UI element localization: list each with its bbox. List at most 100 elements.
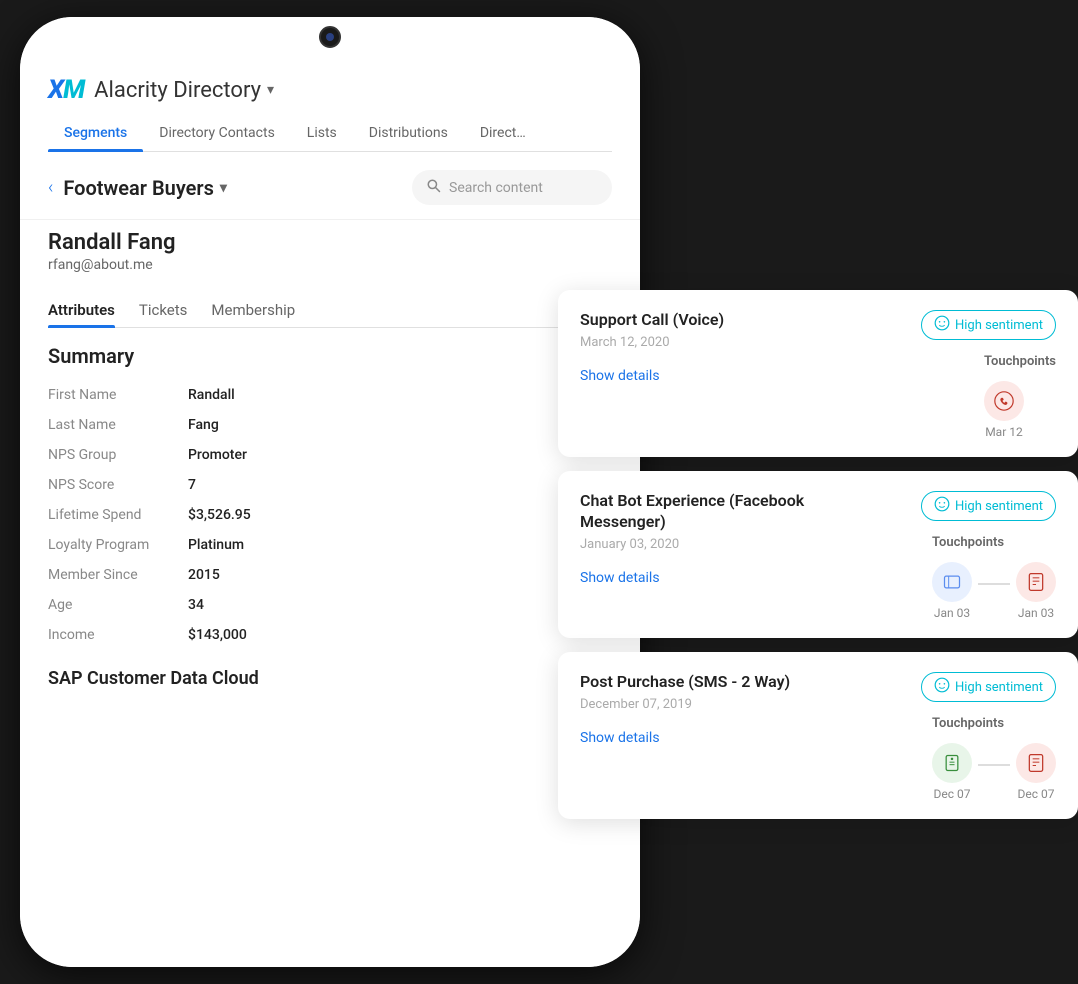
tp-date-label-1a: Mar 12 <box>985 425 1023 439</box>
sentiment-label-1: High sentiment <box>955 318 1043 333</box>
attr-row-loyalty: Loyalty Program Platinum <box>48 530 612 560</box>
summary-title: Summary <box>48 344 612 368</box>
breadcrumb-row: ‹ Footwear Buyers ▾ Search content <box>48 152 612 219</box>
attr-value-age: 34 <box>188 597 204 613</box>
phone-content: XM Alacrity Directory ▾ Segments Directo… <box>20 57 640 967</box>
touchpoints-label-1: Touchpoints <box>984 354 1056 369</box>
tp-date-group-2a: Jan 03 <box>932 562 972 620</box>
attr-value-lifetime: $3,526.95 <box>188 507 251 523</box>
attr-row-age: Age 34 <box>48 590 612 620</box>
attr-label-lifetime: Lifetime Spend <box>48 507 188 523</box>
touchpoints-row-1: Mar 12 <box>984 381 1056 439</box>
attr-label-npsscore: NPS Score <box>48 477 188 493</box>
xm-logo-m: M <box>63 75 84 105</box>
attr-row-income: Income $143,000 <box>48 620 612 650</box>
attr-row-lifetime: Lifetime Spend $3,526.95 <box>48 500 612 530</box>
app-header: XM Alacrity Directory ▾ <box>48 57 612 115</box>
sentiment-smile-icon-1 <box>934 315 950 335</box>
card-left-3: Post Purchase (SMS - 2 Way) December 07,… <box>580 672 830 801</box>
attr-value-income: $143,000 <box>188 627 247 643</box>
chevron-down-icon: ▾ <box>267 82 274 98</box>
attr-label-loyalty: Loyalty Program <box>48 537 188 553</box>
card-left-1: Support Call (Voice) March 12, 2020 Show… <box>580 310 830 439</box>
attr-value-firstname: Randall <box>188 387 235 403</box>
touchpoints-section-1: Touchpoints Mar 12 <box>984 354 1056 439</box>
tp-icon-3b <box>1016 743 1056 783</box>
tab-directory-contacts[interactable]: Directory Contacts <box>143 115 291 151</box>
journey-card-support-call: Support Call (Voice) March 12, 2020 Show… <box>558 290 1078 457</box>
touchpoints-label-2: Touchpoints <box>932 535 1056 550</box>
tab-lists[interactable]: Lists <box>291 115 353 151</box>
attr-label-firstname: First Name <box>48 387 188 403</box>
tp-icon-2a <box>932 562 972 602</box>
touchpoints-label-3: Touchpoints <box>932 716 1056 731</box>
contact-email: rfang@about.me <box>48 257 612 273</box>
sentiment-badge-1: High sentiment <box>921 310 1056 340</box>
nav-tabs: Segments Directory Contacts Lists Distri… <box>48 115 612 152</box>
attr-label-income: Income <box>48 627 188 643</box>
search-box[interactable]: Search content <box>412 170 612 205</box>
search-placeholder: Search content <box>449 180 543 196</box>
contact-header: Randall Fang rfang@about.me <box>48 220 612 281</box>
xm-logo-x: X <box>48 75 63 105</box>
sentiment-badge-3: High sentiment <box>921 672 1056 702</box>
touchpoints-row-3: Dec 07 Dec 07 <box>932 743 1056 801</box>
directory-title[interactable]: Alacrity Directory ▾ <box>94 78 274 103</box>
attr-value-since: 2015 <box>188 567 220 583</box>
segment-name[interactable]: Footwear Buyers ▾ <box>63 176 227 200</box>
back-button[interactable]: ‹ <box>48 177 53 198</box>
card-date-2: January 03, 2020 <box>580 537 830 552</box>
touchpoints-section-2: Touchpoints Jan 03 <box>932 535 1056 620</box>
right-col-2: High sentiment Touchpoints Jan 03 <box>846 491 1056 620</box>
right-col-1: High sentiment Touchpoints Mar 12 <box>846 310 1056 439</box>
attributes-list: First Name Randall Last Name Fang NPS Gr… <box>48 380 612 650</box>
attr-value-loyalty: Platinum <box>188 537 244 553</box>
attr-label-lastname: Last Name <box>48 417 188 433</box>
card-title-3: Post Purchase (SMS - 2 Way) <box>580 672 830 693</box>
sub-tab-membership[interactable]: Membership <box>211 293 295 327</box>
attr-value-npsgroup: Promoter <box>188 447 247 463</box>
contact-name: Randall Fang <box>48 230 612 255</box>
card-title-1: Support Call (Voice) <box>580 310 830 331</box>
sentiment-smile-icon-3 <box>934 677 950 697</box>
tp-date-label-2a: Jan 03 <box>934 606 970 620</box>
tp-date-label-2b: Jan 03 <box>1018 606 1054 620</box>
tp-icon-2b <box>1016 562 1056 602</box>
card-left-2: Chat Bot Experience (Facebook Messenger)… <box>580 491 830 620</box>
tab-distributions[interactable]: Distributions <box>353 115 464 151</box>
attr-row-firstname: First Name Randall <box>48 380 612 410</box>
tp-date-group-3a: Dec 07 <box>932 743 972 801</box>
phone-camera <box>319 26 341 48</box>
attr-label-since: Member Since <box>48 567 188 583</box>
phone-shell: XM Alacrity Directory ▾ Segments Directo… <box>20 17 640 967</box>
tp-date-group-3b: Dec 07 <box>1016 743 1056 801</box>
tp-icon-3a <box>932 743 972 783</box>
show-details-btn-3[interactable]: Show details <box>580 730 660 746</box>
show-details-btn-1[interactable]: Show details <box>580 368 660 384</box>
right-col-3: High sentiment Touchpoints <box>846 672 1056 801</box>
search-icon <box>426 178 441 197</box>
tp-date-group-1a: Mar 12 <box>984 381 1024 439</box>
attr-value-lastname: Fang <box>188 417 219 433</box>
touchpoints-row-2: Jan 03 Jan 03 <box>932 562 1056 620</box>
phone-inner: XM Alacrity Directory ▾ Segments Directo… <box>20 17 640 967</box>
tab-direct[interactable]: Direct… <box>464 115 542 151</box>
sub-tabs: Attributes Tickets Membership <box>48 293 612 328</box>
tp-date-group-2b: Jan 03 <box>1016 562 1056 620</box>
show-details-btn-2[interactable]: Show details <box>580 570 660 586</box>
attr-label-age: Age <box>48 597 188 613</box>
directory-name: Alacrity Directory <box>94 78 261 103</box>
tab-segments[interactable]: Segments <box>48 115 143 151</box>
sentiment-label-2: High sentiment <box>955 499 1043 514</box>
sub-tab-attributes[interactable]: Attributes <box>48 293 115 327</box>
sentiment-smile-icon-2 <box>934 496 950 516</box>
sub-tab-tickets[interactable]: Tickets <box>139 293 188 327</box>
tp-connector-2 <box>978 583 1010 585</box>
attr-row-npsgroup: NPS Group Promoter <box>48 440 612 470</box>
journey-card-post-purchase: Post Purchase (SMS - 2 Way) December 07,… <box>558 652 1078 819</box>
attr-label-npsgroup: NPS Group <box>48 447 188 463</box>
journey-panel: Support Call (Voice) March 12, 2020 Show… <box>558 290 1078 819</box>
card-date-3: December 07, 2019 <box>580 697 830 712</box>
attr-row-lastname: Last Name Fang <box>48 410 612 440</box>
sentiment-badge-2: High sentiment <box>921 491 1056 521</box>
